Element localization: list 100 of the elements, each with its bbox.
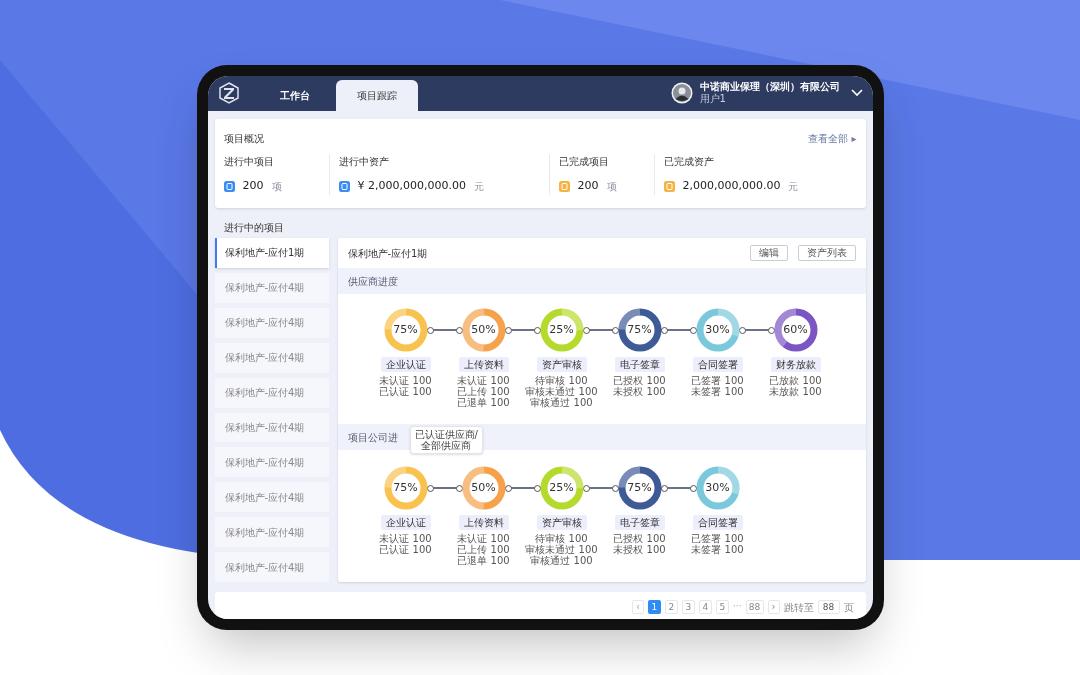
view-all-link[interactable]: 查看全部 ▸ [808,131,857,146]
user-name: 用户1 [699,93,727,105]
action-button[interactable]: 编辑 [749,245,788,261]
tooltip-text: 已认证供应商/ [414,429,478,440]
connector-line [504,484,541,492]
stage-detail: 未认证 100 [457,375,510,386]
stage-detail: 审核通过 100 [530,397,593,408]
stage-detail: 未认证 100 [379,533,432,544]
project-item[interactable]: 保利地产-应付1期 [214,238,329,268]
stage-detail: 未授权 100 [613,544,666,555]
logo-icon [217,82,240,104]
stage-detail: 未认证 100 [457,533,510,544]
jump-label: 跳转至 [783,600,814,615]
project-item[interactable]: 保利地产-应付4期 [214,342,329,373]
page-input[interactable]: 88 [817,600,840,614]
stat-value: 200 [242,178,264,194]
stage-detail: 未授权 100 [613,386,666,397]
stage-label: 企业认证 [380,515,431,530]
stage-detail: 已签署 100 [691,533,744,544]
stat-unit: 元 [788,179,799,194]
section-title: 进行中的项目 [222,221,285,235]
company-name: 中诺商业保理（深圳）有限公司 [699,80,840,93]
connector-line [426,326,463,334]
stat-label: 已完成资产 [663,155,715,169]
connector-line [426,484,463,492]
nav-tab[interactable]: 项目跟踪 [335,80,418,111]
project-item[interactable]: 保利地产-应付4期 [214,412,329,443]
page-suffix: 页 [843,600,854,615]
stage-detail: 已授权 100 [613,533,666,544]
stage-detail: 审核未通过 100 [525,386,598,397]
stage-label: 企业认证 [380,357,431,372]
page-button[interactable]: 5 [715,600,729,614]
stat-value: 200 [577,178,599,194]
stage-detail: 待审核 100 [535,533,588,544]
nav-tab[interactable]: 工作台 [253,80,336,111]
stage-detail: 未放款 100 [769,386,822,397]
stage-detail: 未签署 100 [691,386,744,397]
page-button[interactable]: 2 [664,600,678,614]
percent-label: 75% [627,482,652,494]
project-item[interactable]: 保利地产-应付4期 [214,482,329,513]
stat-unit: 项 [271,179,282,194]
ellipsis: ··· [732,600,742,614]
percent-label: 50% [471,324,496,336]
stage-detail: 已上传 100 [457,386,510,397]
stat-label: 进行中项目 [223,155,275,169]
chevron-down-icon[interactable] [850,88,863,97]
stat-unit: 元 [473,179,484,194]
connector-line [582,326,619,334]
page-button[interactable]: 1 [647,600,661,614]
project-item[interactable]: 保利地产-应付4期 [214,552,329,583]
page-button[interactable]: 4 [698,600,712,614]
stat-label: 进行中资产 [338,155,390,169]
project-item[interactable]: 保利地产-应付4期 [214,377,329,408]
percent-label: 75% [393,324,418,336]
stage-label: 合同签署 [692,357,743,372]
stage-label: 资产审核 [536,515,587,530]
stage-label: 资产审核 [536,357,587,372]
stage-detail: 已上传 100 [457,544,510,555]
page-button[interactable]: 88 [745,600,764,614]
stage-detail: 已退单 100 [457,555,510,566]
project-item[interactable]: 保利地产-应付4期 [214,307,329,338]
connector-line [660,326,697,334]
stage-label: 财务放款 [770,357,821,372]
stat-label: 已完成项目 [558,155,610,169]
percent-label: 50% [471,482,496,494]
stage-detail: 已退单 100 [457,397,510,408]
prev-page-button[interactable]: ‹ [631,600,644,614]
stage-detail: 已认证 100 [379,386,432,397]
stage-detail: 待审核 100 [535,375,588,386]
percent-label: 75% [393,482,418,494]
stage-label: 电子签章 [614,515,665,530]
percent-label: 25% [549,324,574,336]
stage-detail: 已签署 100 [691,375,744,386]
next-page-button[interactable]: › [767,600,780,614]
project-title: 保利地产-应付1期 [347,246,428,261]
percent-label: 30% [705,482,730,494]
overview-title: 项目概况 [223,132,264,146]
stage-detail: 审核通过 100 [530,555,593,566]
connector-line [582,484,619,492]
project-item[interactable]: 保利地产-应付4期 [214,272,329,303]
stage-detail: 已授权 100 [613,375,666,386]
stat-value: 2,000,000,000.00 [682,178,781,194]
page-button[interactable]: 3 [681,600,695,614]
project-item[interactable]: 保利地产-应付4期 [214,447,329,478]
stat-unit: 项 [606,179,617,194]
band-title: 供应商进度 [347,274,398,289]
connector-line [504,326,541,334]
band-title: 项目公司进 [347,430,398,445]
stage-detail: 已认证 100 [379,544,432,555]
stage-detail: 未签署 100 [691,544,744,555]
percent-label: 60% [783,324,808,336]
percent-label: 25% [549,482,574,494]
project-item[interactable]: 保利地产-应付4期 [214,517,329,548]
stage-label: 上传资料 [458,357,509,372]
percent-label: 75% [627,324,652,336]
stage-label: 上传资料 [458,515,509,530]
stage-label: 电子签章 [614,357,665,372]
action-button[interactable]: 资产列表 [797,245,856,261]
stage-detail: 未认证 100 [379,375,432,386]
stat-value: ¥ 2,000,000,000.00 [357,178,466,194]
